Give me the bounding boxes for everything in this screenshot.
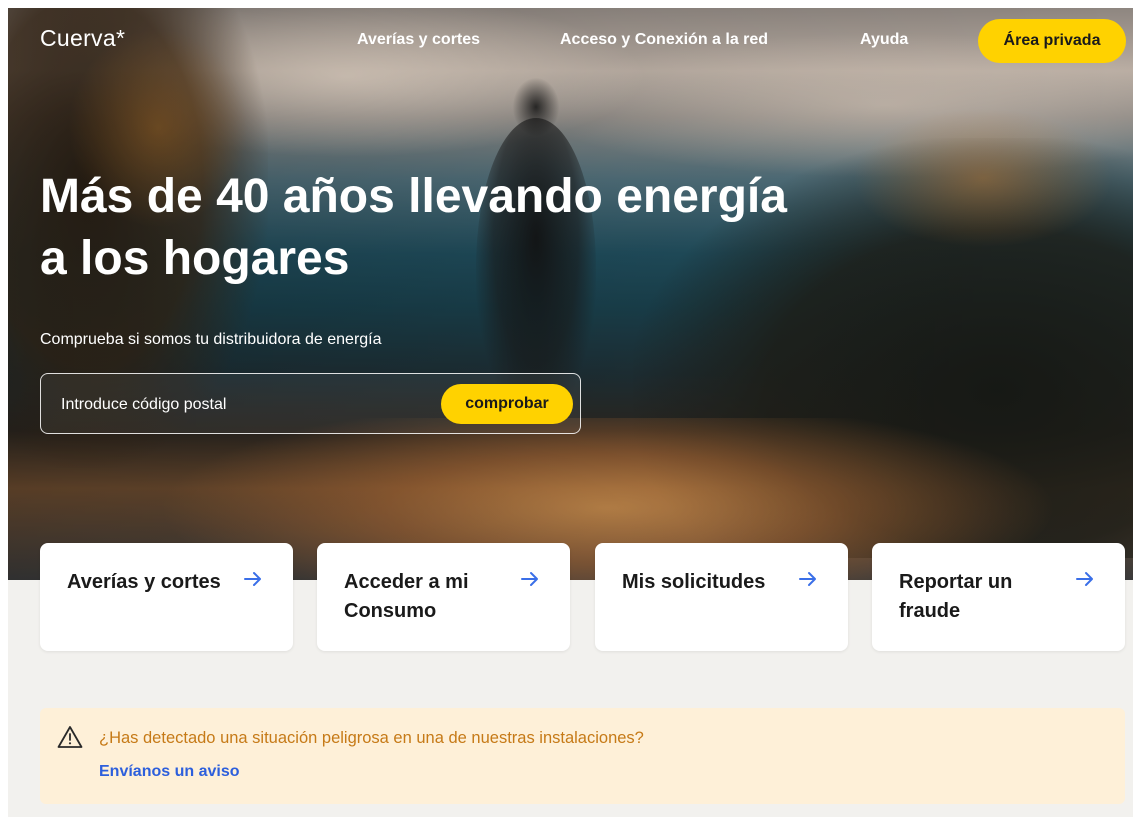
alert-message: ¿Has detectado una situación peligrosa e… xyxy=(99,729,644,747)
card-label: Acceder a mi Consumo xyxy=(344,571,469,622)
card-label: Reportar un fraude xyxy=(899,571,1013,622)
warning-icon xyxy=(57,726,83,748)
nav-link-acceso-conexion[interactable]: Acceso y Conexión a la red xyxy=(560,31,768,49)
private-area-button[interactable]: Área privada xyxy=(978,19,1126,63)
card-reportar-fraude[interactable]: Reportar un fraude xyxy=(872,543,1125,651)
card-acceder-consumo[interactable]: Acceder a mi Consumo xyxy=(317,543,570,651)
page: Cuerva* Averías y cortes Acceso y Conexi… xyxy=(0,0,1133,817)
hero-background-image xyxy=(8,8,1133,580)
postal-code-input[interactable] xyxy=(59,388,423,422)
brand-logo[interactable]: Cuerva* xyxy=(40,25,125,52)
card-label: Averías y cortes xyxy=(67,571,221,593)
arrow-right-icon xyxy=(244,572,261,586)
card-mis-solicitudes[interactable]: Mis solicitudes xyxy=(595,543,848,651)
send-alert-link[interactable]: Envíanos un aviso xyxy=(99,763,239,781)
check-button[interactable]: comprobar xyxy=(441,384,573,424)
hero-title: Más de 40 años llevando energía a los ho… xyxy=(40,170,787,285)
arrow-right-icon xyxy=(1076,572,1093,586)
postal-code-search: comprobar xyxy=(40,373,581,434)
arrow-right-icon xyxy=(799,572,816,586)
card-label: Mis solicitudes xyxy=(622,571,766,593)
danger-alert-banner: ¿Has detectado una situación peligrosa e… xyxy=(40,708,1125,804)
nav-link-ayuda[interactable]: Ayuda xyxy=(860,31,908,49)
arrow-right-icon xyxy=(521,572,538,586)
nav-link-averias[interactable]: Averías y cortes xyxy=(357,31,480,49)
hero-subtitle: Comprueba si somos tu distribuidora de e… xyxy=(40,331,382,348)
card-averias-cortes[interactable]: Averías y cortes xyxy=(40,543,293,651)
